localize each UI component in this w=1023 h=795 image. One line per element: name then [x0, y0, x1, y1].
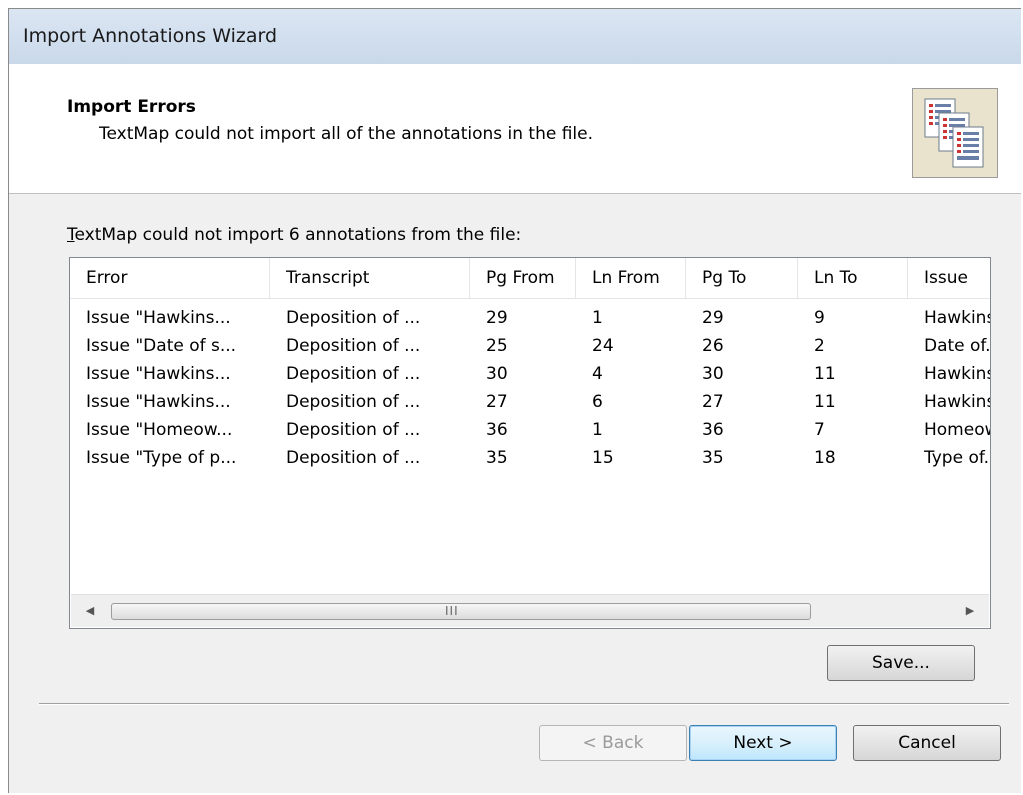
cell-ln-to: 2: [814, 336, 825, 356]
cell-pg-to: 26: [702, 336, 724, 356]
cell-ln-to: 7: [814, 420, 825, 440]
column-header-ln-to[interactable]: Ln To: [798, 258, 908, 298]
label-text: extMap could not import 6 annotations fr…: [74, 225, 522, 245]
label-accelerator: T: [67, 225, 75, 245]
documents-icon: [912, 88, 998, 178]
cell-ln-to: 9: [814, 308, 825, 328]
cell-error: Issue "Homeow...: [86, 420, 233, 440]
cell-error: Issue "Hawkins...: [86, 308, 231, 328]
cell-pg-to: 29: [702, 308, 724, 328]
cell-issue: Hawkins...: [924, 392, 990, 412]
column-header-error[interactable]: Error: [70, 258, 270, 298]
scroll-left-arrow-icon[interactable]: ◀: [75, 595, 105, 627]
cell-issue: Hawkins...: [924, 308, 990, 328]
button-separator: [39, 703, 1009, 705]
column-header-ln-from[interactable]: Ln From: [576, 258, 686, 298]
column-header-issue[interactable]: Issue: [908, 258, 990, 298]
cell-transcript: Deposition of ...: [286, 364, 421, 384]
save-button[interactable]: Save...: [827, 645, 975, 681]
cell-error: Issue "Type of p...: [86, 448, 237, 468]
cell-issue: Homeow...: [924, 420, 990, 440]
cell-pg-from: 30: [486, 364, 508, 384]
cell-issue: Hawkins...: [924, 364, 990, 384]
wizard-header: Import Errors TextMap could not import a…: [9, 64, 1021, 194]
wizard-window: Import Annotations Wizard Import Errors …: [8, 8, 1021, 793]
cell-transcript: Deposition of ...: [286, 420, 421, 440]
cell-pg-from: 25: [486, 336, 508, 356]
cell-ln-from: 15: [592, 448, 614, 468]
cell-error: Issue "Date of s...: [86, 336, 237, 356]
next-button[interactable]: Next >: [689, 725, 837, 761]
cell-ln-from: 24: [592, 336, 614, 356]
table-row[interactable]: Issue "Hawkins... Deposition of ... 29 1…: [70, 306, 990, 331]
scrollbar-thumb[interactable]: III: [111, 603, 811, 620]
table-row[interactable]: Issue "Homeow... Deposition of ... 36 1 …: [70, 418, 990, 443]
cell-issue: Date of...: [924, 336, 991, 356]
cell-pg-to: 27: [702, 392, 724, 412]
cell-ln-to: 11: [814, 392, 836, 412]
table-row[interactable]: Issue "Hawkins... Deposition of ... 27 6…: [70, 390, 990, 415]
cell-transcript: Deposition of ...: [286, 336, 421, 356]
cell-pg-from: 35: [486, 448, 508, 468]
back-button[interactable]: < Back: [539, 725, 687, 761]
cell-transcript: Deposition of ...: [286, 392, 421, 412]
cell-pg-to: 30: [702, 364, 724, 384]
cell-issue: Type of...: [924, 448, 990, 468]
horizontal-scrollbar[interactable]: ◀ III ▶: [71, 594, 989, 627]
table-row[interactable]: Issue "Hawkins... Deposition of ... 30 4…: [70, 362, 990, 387]
cell-transcript: Deposition of ...: [286, 448, 421, 468]
error-list[interactable]: Error Transcript Pg From Ln From Pg To L…: [69, 257, 991, 629]
cell-pg-from: 36: [486, 420, 508, 440]
window-title: Import Annotations Wizard: [23, 25, 278, 47]
page-title: Import Errors: [67, 97, 196, 117]
page-subtitle: TextMap could not import all of the anno…: [99, 124, 594, 144]
error-list-label: TextMap could not import 6 annotations f…: [67, 225, 521, 245]
cell-pg-to: 35: [702, 448, 724, 468]
scroll-right-arrow-icon[interactable]: ▶: [955, 595, 985, 627]
table-row[interactable]: Issue "Date of s... Deposition of ... 25…: [70, 334, 991, 359]
cell-ln-to: 11: [814, 364, 836, 384]
cell-ln-from: 6: [592, 392, 603, 412]
cell-transcript: Deposition of ...: [286, 308, 421, 328]
cancel-button[interactable]: Cancel: [853, 725, 1001, 761]
cell-pg-to: 36: [702, 420, 724, 440]
column-header-transcript[interactable]: Transcript: [270, 258, 470, 298]
cell-pg-from: 29: [486, 308, 508, 328]
list-header: Error Transcript Pg From Ln From Pg To L…: [70, 258, 990, 299]
cell-ln-from: 1: [592, 420, 603, 440]
cell-error: Issue "Hawkins...: [86, 364, 231, 384]
column-header-pg-to[interactable]: Pg To: [686, 258, 798, 298]
cell-ln-from: 4: [592, 364, 603, 384]
cell-ln-to: 18: [814, 448, 836, 468]
column-header-pg-from[interactable]: Pg From: [470, 258, 576, 298]
cell-ln-from: 1: [592, 308, 603, 328]
cell-error: Issue "Hawkins...: [86, 392, 231, 412]
scrollbar-grip: III: [445, 604, 459, 618]
table-row[interactable]: Issue "Type of p... Deposition of ... 35…: [70, 446, 990, 471]
title-bar: Import Annotations Wizard: [9, 9, 1021, 64]
cell-pg-from: 27: [486, 392, 508, 412]
